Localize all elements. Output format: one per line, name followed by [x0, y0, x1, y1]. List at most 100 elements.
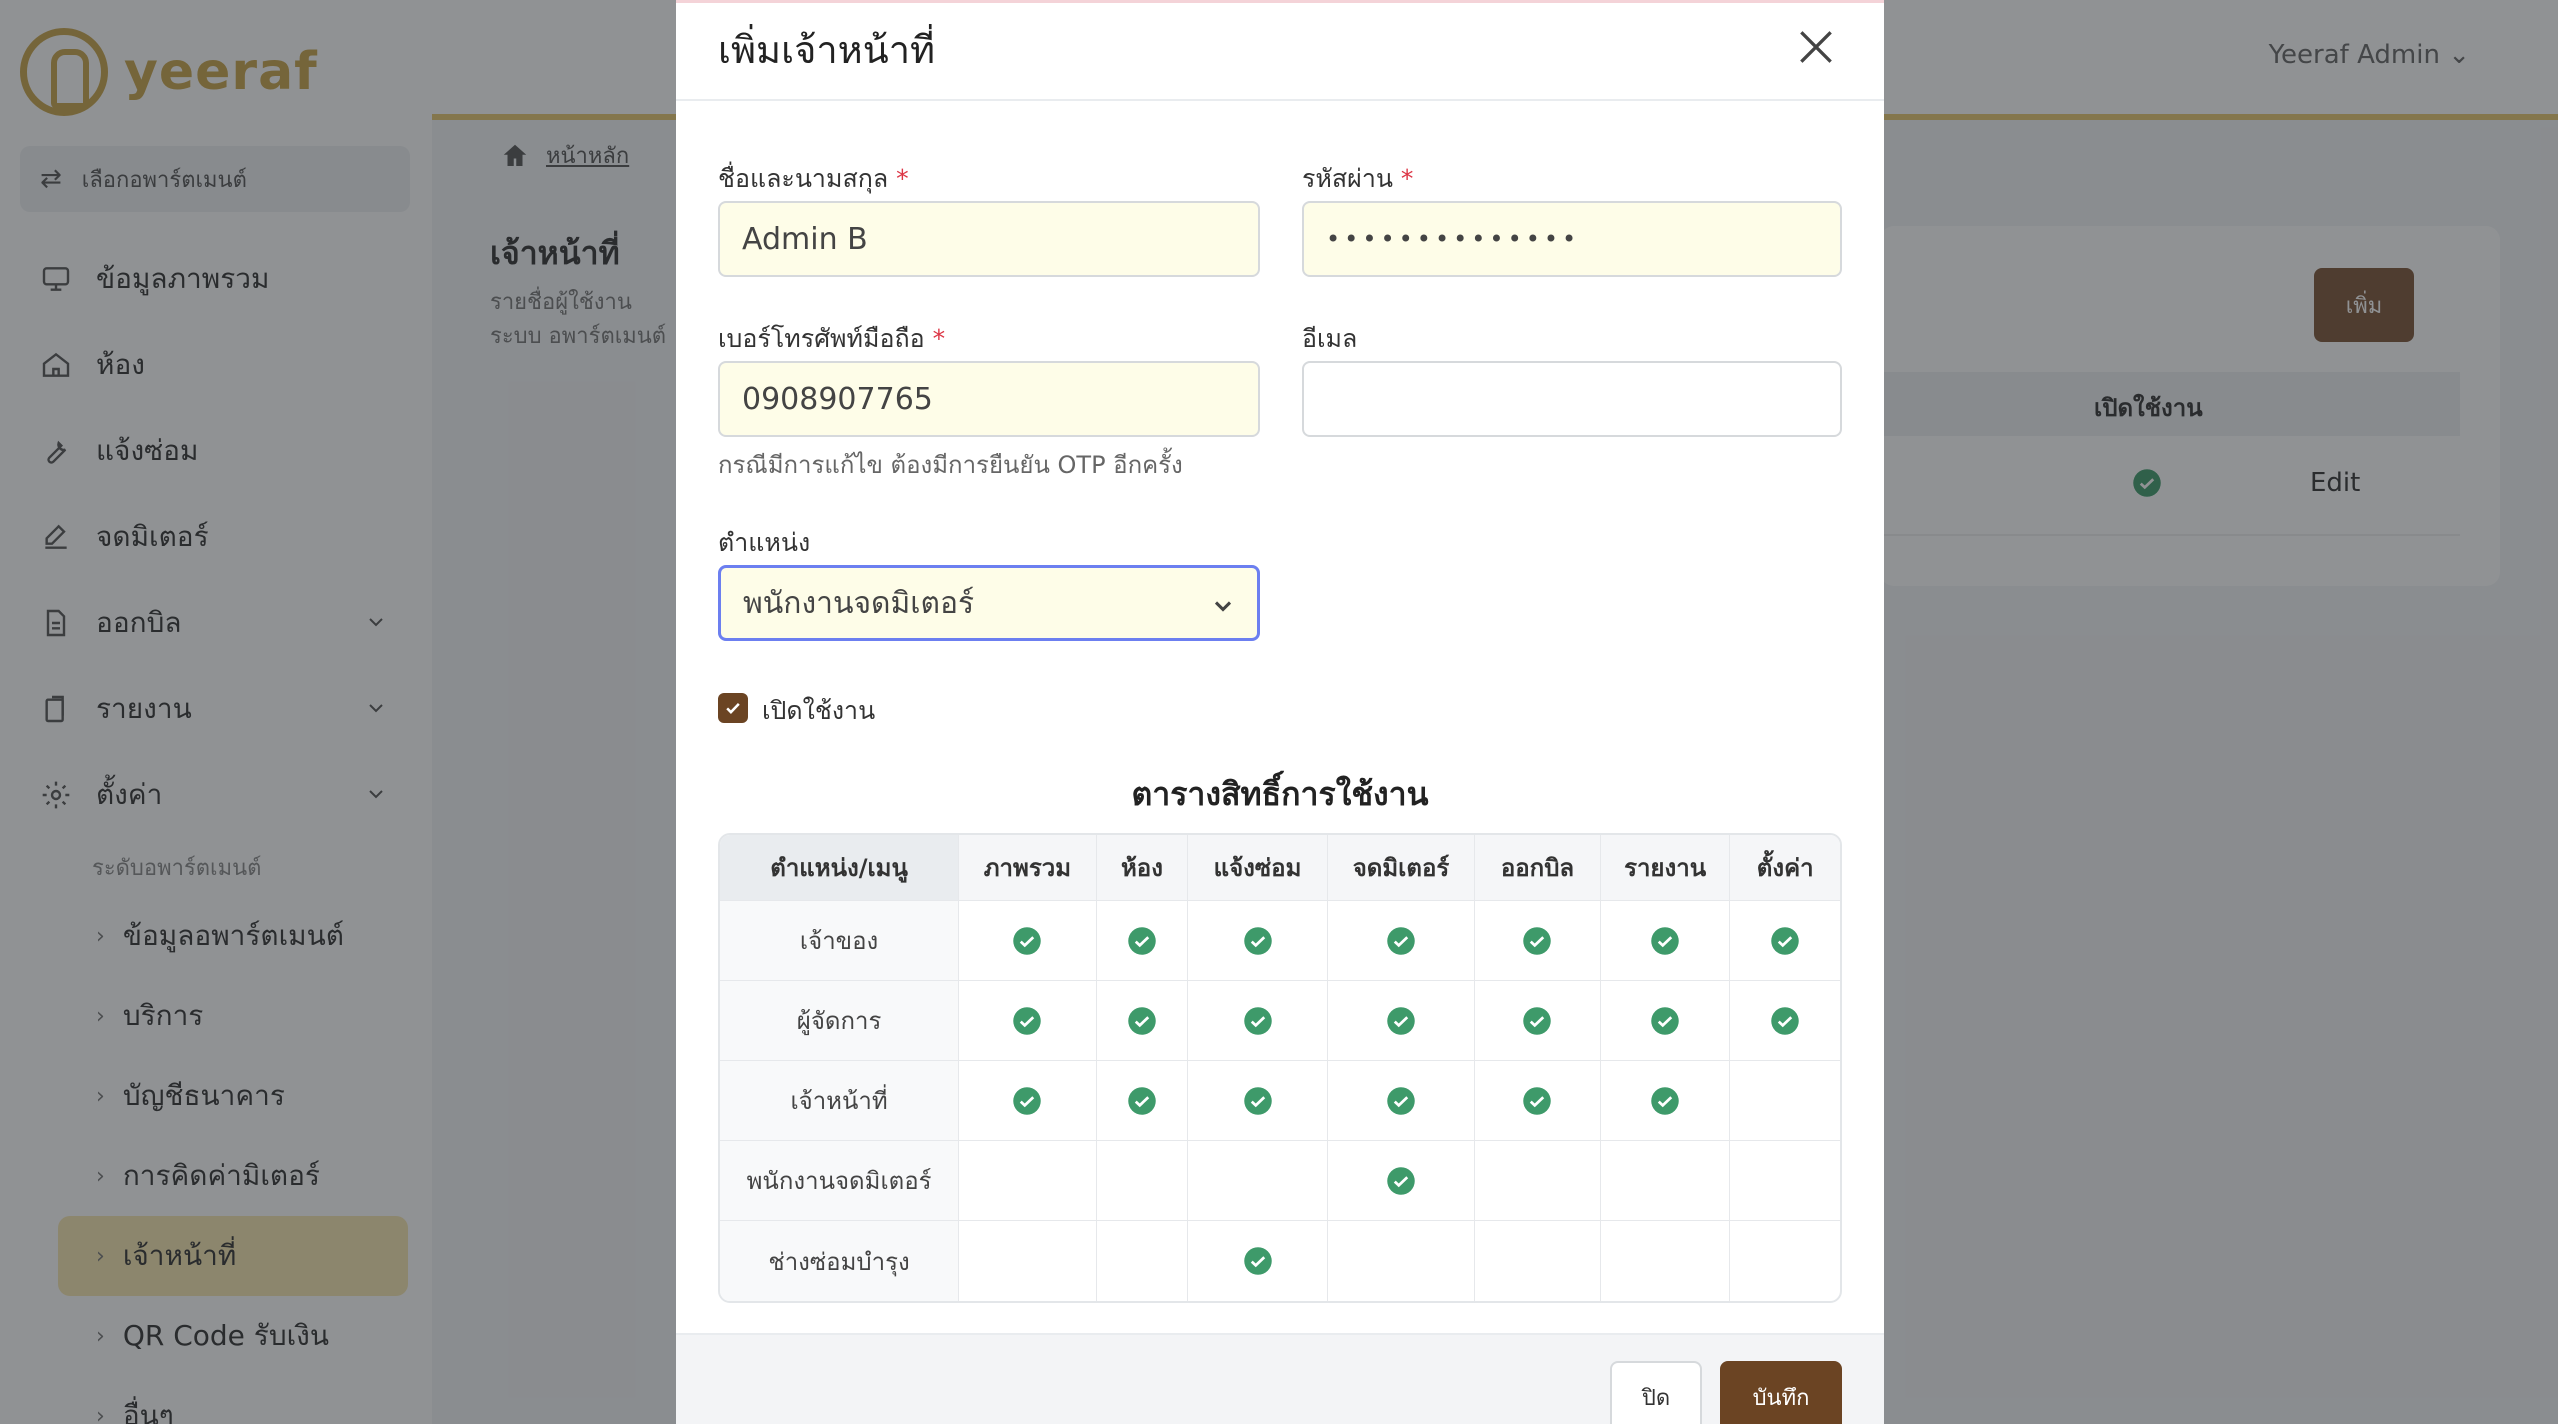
column-header: รายงาน: [1600, 835, 1731, 901]
active-checkbox[interactable]: [718, 693, 748, 723]
permission-cell: [959, 901, 1097, 981]
check-circle-icon: [1523, 1086, 1552, 1115]
permission-cell: [1600, 1061, 1731, 1141]
column-header: ตำแหน่ง/เมนู: [720, 835, 960, 901]
table-row: เจ้าของ: [720, 901, 1840, 981]
permission-cell: [1475, 901, 1601, 981]
check-circle-icon: [1128, 1086, 1156, 1115]
check-circle-icon: [1651, 1006, 1679, 1035]
check-circle-icon: [1771, 926, 1799, 955]
name-label: ชื่อและนามสกุล *: [718, 159, 909, 199]
permission-cell: [959, 1061, 1097, 1141]
permission-cell: [1096, 1061, 1189, 1141]
email-label-text: อีเมล: [1302, 324, 1358, 353]
check-circle-icon: [1013, 926, 1042, 955]
permission-cell: [1096, 1141, 1189, 1221]
permission-cell: [1730, 1221, 1840, 1301]
required-mark: *: [932, 324, 946, 353]
table-row: ผู้จัดการ: [720, 981, 1840, 1061]
permission-cell: [959, 981, 1097, 1061]
permission-cell: [1600, 901, 1731, 981]
permission-cell: [1327, 1141, 1476, 1221]
permission-cell: [1730, 1141, 1840, 1221]
permission-cell: [1327, 1061, 1476, 1141]
active-checkbox-label[interactable]: เปิดใช้งาน: [762, 691, 875, 731]
table-row: ช่างซ่อมบำรุง: [720, 1221, 1840, 1301]
permission-cell: [1601, 1221, 1731, 1301]
permission-cell: [1475, 1061, 1601, 1141]
phone-label: เบอร์โทรศัพท์มือถือ *: [718, 319, 945, 359]
column-header: ภาพรวม: [959, 835, 1097, 901]
column-header: ห้อง: [1096, 835, 1189, 901]
modal-footer: ปิด บันทึก: [676, 1333, 1884, 1424]
email-input[interactable]: [1302, 361, 1842, 437]
check-circle-icon: [1128, 926, 1156, 955]
permission-cell: [1188, 901, 1328, 981]
check-circle-icon: [1387, 926, 1415, 955]
close-button[interactable]: ปิด: [1610, 1361, 1702, 1424]
permission-cell: [1096, 981, 1189, 1061]
required-mark: *: [1400, 164, 1414, 193]
name-value: Admin B: [742, 221, 868, 257]
check-circle-icon: [1387, 1086, 1415, 1115]
check-circle-icon: [1523, 926, 1552, 955]
column-header: ตั้งค่า: [1730, 835, 1840, 901]
role-cell: ช่างซ่อมบำรุง: [720, 1221, 960, 1301]
permission-table: ตำแหน่ง/เมนู ภาพรวม ห้อง แจ้งซ่อม จดมิเต…: [718, 833, 1842, 1303]
permission-cell: [1188, 1221, 1328, 1301]
check-circle-icon: [1523, 1006, 1552, 1035]
password-label: รหัสผ่าน *: [1302, 159, 1413, 199]
close-icon[interactable]: [1794, 25, 1838, 69]
password-value: ••••••••••••••: [1326, 225, 1581, 253]
save-button[interactable]: บันทึก: [1720, 1361, 1842, 1424]
table-row: เจ้าหน้าที่: [720, 1061, 1840, 1141]
column-header: แจ้งซ่อม: [1188, 835, 1328, 901]
phone-input[interactable]: 0908907765: [718, 361, 1260, 437]
permission-cell: [1475, 1221, 1601, 1301]
checkmark-icon: [726, 702, 740, 714]
phone-label-text: เบอร์โทรศัพท์มือถือ: [718, 324, 925, 353]
permission-cell: [1096, 901, 1189, 981]
modal-header: เพิ่มเจ้าหน้าที่: [676, 3, 1884, 101]
name-input[interactable]: Admin B: [718, 201, 1260, 277]
position-label: ตำแหน่ง: [718, 528, 811, 557]
permission-cell: [1600, 981, 1731, 1061]
role-cell: พนักงานจดมิเตอร์: [720, 1141, 960, 1221]
permission-cell: [1188, 981, 1328, 1061]
password-label-text: รหัสผ่าน: [1302, 164, 1393, 193]
check-circle-icon: [1387, 1006, 1415, 1035]
modal-title: เพิ่มเจ้าหน้าที่: [718, 28, 936, 72]
column-header: จดมิเตอร์: [1327, 835, 1476, 901]
column-header: ออกบิล: [1475, 835, 1601, 901]
permission-cell: [1730, 901, 1840, 981]
check-circle-icon: [1243, 1086, 1272, 1115]
permission-header-row: ตำแหน่ง/เมนู ภาพรวม ห้อง แจ้งซ่อม จดมิเต…: [720, 835, 1840, 901]
check-circle-icon: [1387, 1166, 1415, 1195]
check-circle-icon: [1013, 1086, 1042, 1115]
permission-cell: [959, 1221, 1097, 1301]
position-select[interactable]: พนักงานจดมิเตอร์: [718, 565, 1260, 641]
role-cell: เจ้าของ: [720, 901, 960, 981]
role-cell: เจ้าหน้าที่: [720, 1061, 960, 1141]
permission-cell: [1475, 1141, 1601, 1221]
permission-cell: [1475, 981, 1601, 1061]
permission-cell: [959, 1141, 1097, 1221]
permission-cell: [1097, 1221, 1189, 1301]
check-circle-icon: [1771, 1006, 1799, 1035]
check-circle-icon: [1128, 1006, 1156, 1035]
permission-cell: [1327, 901, 1476, 981]
name-label-text: ชื่อและนามสกุล: [718, 164, 889, 193]
password-input[interactable]: ••••••••••••••: [1302, 201, 1842, 277]
required-mark: *: [896, 164, 909, 193]
table-row: พนักงานจดมิเตอร์: [720, 1141, 1840, 1221]
check-circle-icon: [1243, 926, 1272, 955]
chevron-down-icon: [1214, 601, 1232, 612]
permission-cell: [1328, 1221, 1476, 1301]
permission-cell: [1730, 981, 1840, 1061]
position-value: พนักงานจดมิเตอร์: [743, 585, 975, 621]
check-circle-icon: [1651, 926, 1679, 955]
permission-cell: [1188, 1061, 1328, 1141]
permission-cell: [1730, 1061, 1840, 1141]
permission-cell: [1327, 981, 1476, 1061]
check-circle-icon: [1013, 1006, 1042, 1035]
